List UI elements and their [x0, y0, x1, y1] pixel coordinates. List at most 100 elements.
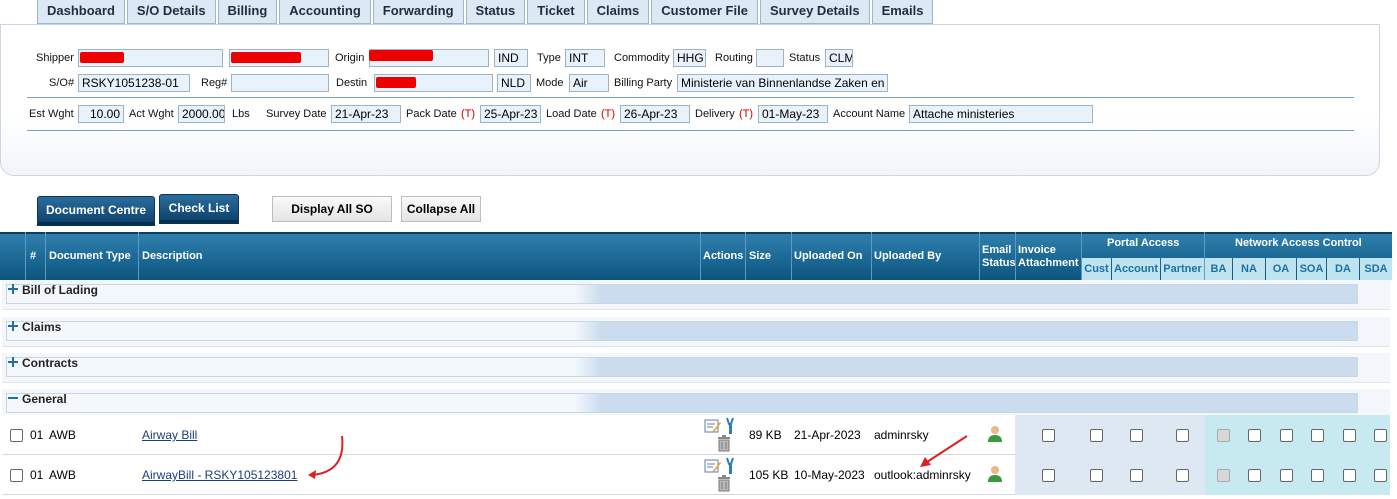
mode-field[interactable]: Air: [569, 74, 609, 92]
trash-icon[interactable]: [717, 435, 731, 452]
col-oa: OA: [1266, 258, 1296, 280]
act-wght-label: Act Wght: [129, 108, 174, 120]
collapse-all-button[interactable]: Collapse All: [401, 196, 481, 222]
billing-party-label: Billing Party: [614, 77, 673, 89]
est-wght-field[interactable]: 10.00: [78, 105, 124, 123]
group-bill-of-lading[interactable]: Bill of Lading: [2, 280, 1390, 310]
expand-plus-icon[interactable]: [8, 321, 18, 331]
col-uploaded-on[interactable]: Uploaded On: [794, 250, 862, 262]
network-soa-checkbox[interactable]: [1311, 429, 1324, 442]
routing-field[interactable]: [756, 49, 784, 67]
network-oa-checkbox[interactable]: [1280, 469, 1293, 482]
group-claims[interactable]: Claims: [2, 317, 1390, 347]
load-date-field[interactable]: 26-Apr-23: [620, 105, 690, 123]
user-icon[interactable]: [987, 425, 1003, 443]
portal-cust-checkbox[interactable]: [1090, 469, 1103, 482]
row-select-checkbox[interactable]: [10, 469, 23, 482]
destin-code-field[interactable]: NLD: [497, 74, 531, 92]
user-icon[interactable]: [987, 465, 1003, 483]
network-ba-checkbox: [1217, 429, 1230, 442]
pack-date-field[interactable]: 25-Apr-23: [480, 105, 541, 123]
redaction-mark: [231, 52, 301, 63]
row-select-checkbox[interactable]: [10, 429, 23, 442]
col-uploaded-by[interactable]: Uploaded By: [874, 250, 941, 262]
col-document-type[interactable]: Document Type: [49, 250, 131, 262]
expand-plus-icon[interactable]: [8, 357, 18, 367]
portal-account-checkbox[interactable]: [1130, 469, 1143, 482]
status-label: Status: [789, 52, 821, 64]
network-na-checkbox[interactable]: [1248, 469, 1261, 482]
survey-date-label: Survey Date: [266, 108, 327, 120]
tab-forwarding[interactable]: Forwarding: [372, 0, 464, 24]
row-number: 01: [30, 428, 44, 442]
tool-icon[interactable]: [724, 417, 738, 435]
description-link[interactable]: Airway Bill: [142, 415, 197, 455]
group-bar: [6, 393, 1358, 413]
display-all-so-button[interactable]: Display All SO: [272, 196, 392, 222]
check-list-button[interactable]: Check List: [159, 194, 239, 224]
invoice-attachment-checkbox[interactable]: [1042, 469, 1055, 482]
collapse-minus-icon[interactable]: [8, 393, 18, 403]
origin-label: Origin: [335, 52, 365, 64]
tab-billing[interactable]: Billing: [217, 0, 278, 24]
invoice-attachment-checkbox[interactable]: [1042, 429, 1055, 442]
portal-cust-checkbox[interactable]: [1090, 429, 1103, 442]
pack-date-label: Pack Date: [406, 108, 457, 120]
tool-icon[interactable]: [724, 457, 738, 475]
billing-party-field[interactable]: Ministerie van Binnenlandse Zaken en: [677, 74, 888, 92]
description-link[interactable]: AirwayBill - RSKY105123801: [142, 455, 297, 495]
col-number: #: [30, 250, 37, 262]
col-size[interactable]: Size: [749, 250, 771, 262]
delivery-field[interactable]: 01-May-23: [758, 105, 828, 123]
reg-field[interactable]: [231, 74, 329, 92]
tab-emails[interactable]: Emails: [871, 0, 934, 24]
tab-so-details[interactable]: S/O Details: [126, 0, 216, 24]
table-row: 01 AWB AirwayBill - RSKY105123801 105 KB…: [2, 455, 1390, 495]
so-number-field[interactable]: RSKY1051238-01: [78, 74, 190, 92]
expand-plus-icon[interactable]: [8, 284, 18, 294]
col-description[interactable]: Description: [142, 250, 203, 262]
load-date-label: Load Date: [546, 108, 597, 120]
network-oa-checkbox[interactable]: [1280, 429, 1293, 442]
network-sda-checkbox[interactable]: [1374, 469, 1387, 482]
tab-dashboard[interactable]: Dashboard: [37, 0, 125, 24]
uploaded-on: 10-May-2023: [794, 468, 865, 482]
col-account: Account: [1112, 258, 1160, 280]
network-da-checkbox[interactable]: [1343, 429, 1356, 442]
tab-ticket[interactable]: Ticket: [527, 0, 585, 24]
portal-partner-checkbox[interactable]: [1176, 469, 1189, 482]
est-wght-label: Est Wght: [29, 108, 74, 120]
type-field[interactable]: INT: [565, 49, 605, 67]
column-separator: [871, 232, 872, 280]
network-sda-checkbox[interactable]: [1374, 429, 1387, 442]
column-separator: [45, 232, 46, 280]
edit-icon[interactable]: [704, 458, 722, 474]
trash-icon[interactable]: [717, 475, 731, 492]
account-name-field[interactable]: Attache ministeries: [909, 105, 1093, 123]
tab-status[interactable]: Status: [465, 0, 526, 24]
divider: [27, 130, 1354, 131]
tab-accounting[interactable]: Accounting: [279, 0, 371, 24]
edit-icon[interactable]: [704, 418, 722, 434]
network-da-checkbox[interactable]: [1343, 469, 1356, 482]
portal-partner-checkbox[interactable]: [1176, 429, 1189, 442]
column-separator: [700, 232, 701, 280]
redaction-mark: [80, 52, 124, 63]
network-soa-checkbox[interactable]: [1311, 469, 1324, 482]
so-number-label: S/O#: [49, 77, 75, 89]
tab-claims[interactable]: Claims: [586, 0, 650, 24]
network-na-checkbox[interactable]: [1248, 429, 1261, 442]
portal-account-checkbox[interactable]: [1130, 429, 1143, 442]
origin-code-field[interactable]: IND: [494, 49, 528, 67]
tab-survey-details[interactable]: Survey Details: [759, 0, 870, 24]
group-contracts[interactable]: Contracts: [2, 353, 1390, 383]
commodity-field[interactable]: HHG: [673, 49, 706, 67]
survey-date-field[interactable]: 21-Apr-23: [331, 105, 401, 123]
annotation-arrow-left: [308, 435, 344, 479]
tab-customer-file[interactable]: Customer File: [651, 0, 758, 24]
group-bar: [6, 284, 1358, 304]
act-wght-field[interactable]: 2000.00: [178, 105, 225, 123]
document-centre-button[interactable]: Document Centre: [37, 196, 155, 226]
status-field[interactable]: CLM: [825, 49, 853, 67]
divider: [27, 97, 1354, 98]
